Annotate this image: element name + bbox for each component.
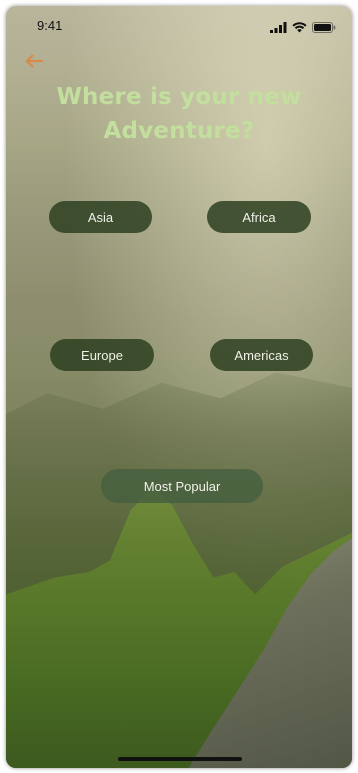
status-bar: 9:41 bbox=[6, 6, 352, 42]
back-arrow-icon bbox=[24, 54, 44, 73]
back-button[interactable] bbox=[24, 53, 48, 73]
page-title: Where is your new Adventure? bbox=[6, 80, 352, 148]
most-popular-button[interactable]: Most Popular bbox=[101, 469, 263, 503]
page-title-line1: Where is your new bbox=[56, 84, 302, 110]
status-time: 9:41 bbox=[37, 18, 63, 33]
home-indicator[interactable] bbox=[118, 757, 242, 761]
region-button-europe[interactable]: Europe bbox=[50, 339, 154, 371]
region-button-americas[interactable]: Americas bbox=[210, 339, 313, 371]
phone-screen: 9:41 Where is your new Adventure? Asia A… bbox=[6, 6, 352, 768]
status-icons bbox=[270, 18, 336, 37]
battery-icon bbox=[312, 18, 336, 37]
region-button-africa[interactable]: Africa bbox=[207, 201, 311, 233]
page-title-line2: Adventure? bbox=[103, 118, 255, 144]
region-button-asia[interactable]: Asia bbox=[49, 201, 152, 233]
signal-icon bbox=[270, 18, 287, 37]
wifi-icon bbox=[292, 18, 307, 37]
